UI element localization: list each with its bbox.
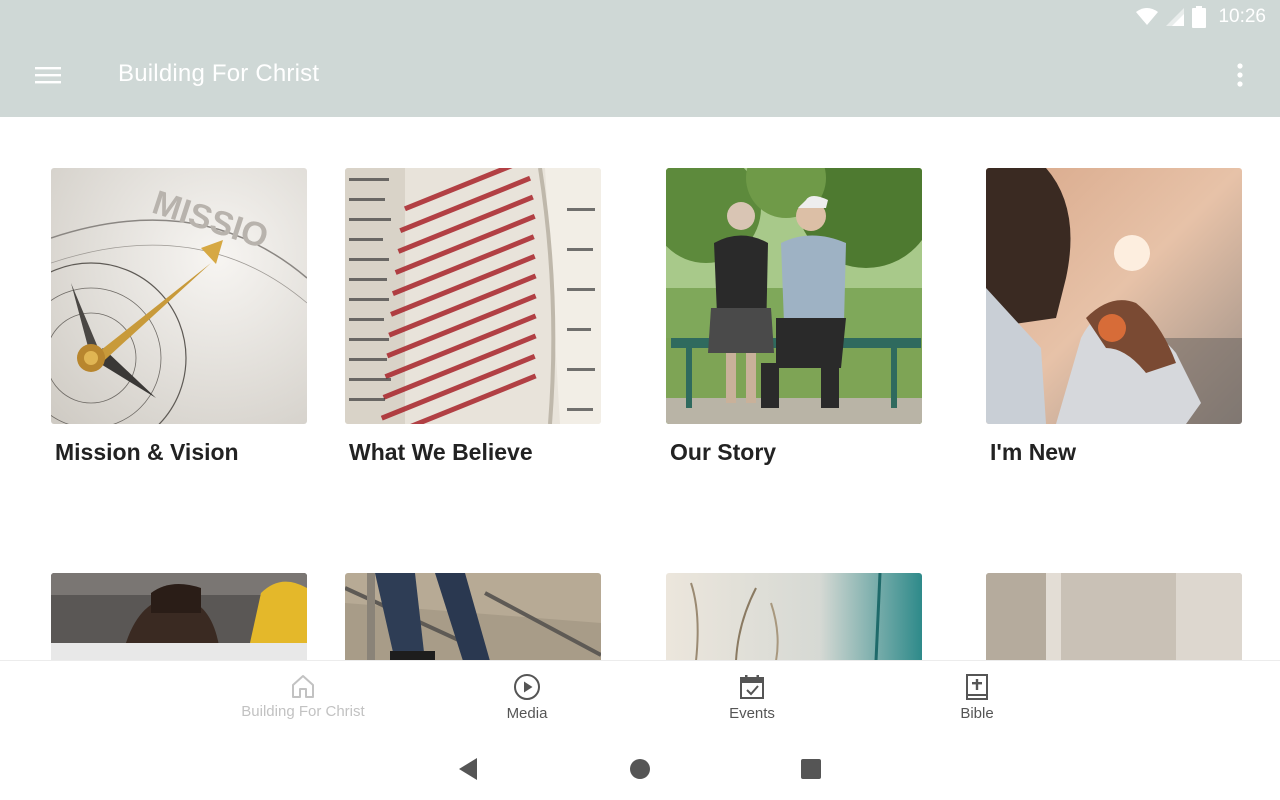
tile-mission-vision[interactable]: MISSIO Mission & Vision bbox=[51, 168, 307, 466]
nav-item-label: Media bbox=[506, 705, 548, 722]
nav-item-media[interactable]: Media bbox=[437, 673, 617, 722]
tile-caption: Mission & Vision bbox=[55, 439, 239, 465]
tile-caption: What We Believe bbox=[349, 439, 533, 465]
tile-row2-4[interactable] bbox=[986, 573, 1242, 661]
tile-row2-3[interactable] bbox=[666, 573, 922, 661]
cell-signal-icon bbox=[1166, 8, 1185, 26]
nav-item-events[interactable]: Events bbox=[662, 673, 842, 722]
nav-item-label: Events bbox=[729, 705, 775, 722]
wifi-icon bbox=[1136, 8, 1159, 25]
battery-icon bbox=[1192, 6, 1207, 28]
tile-row2-2[interactable] bbox=[345, 573, 601, 661]
blurred-interior-image bbox=[986, 573, 1242, 661]
hamburger-menu-icon bbox=[35, 67, 61, 84]
students-studying-image bbox=[51, 573, 307, 661]
couple-on-bench-image bbox=[666, 168, 922, 424]
bible-cross-icon bbox=[966, 674, 988, 700]
back-icon[interactable] bbox=[455, 756, 481, 782]
home-icon bbox=[292, 675, 314, 698]
tile-row2-1[interactable] bbox=[51, 573, 307, 661]
compass-image: MISSIO bbox=[51, 168, 307, 424]
tile-caption: Our Story bbox=[670, 439, 777, 465]
more-options-button[interactable] bbox=[1226, 58, 1254, 92]
nav-item-label: Bible bbox=[960, 705, 994, 722]
status-time: 10:26 bbox=[1218, 6, 1266, 27]
tile-im-new[interactable]: I'm New bbox=[986, 168, 1242, 466]
app-header: 10:26 Building For Christ bbox=[0, 0, 1280, 117]
calendar-check-icon bbox=[740, 675, 764, 699]
nav-item-bible[interactable]: Bible bbox=[887, 673, 1067, 722]
system-navigation-bar bbox=[0, 738, 1280, 800]
bottom-navigation: Building For Christ Media Events Bible bbox=[0, 660, 1280, 739]
nav-item-home[interactable]: Building For Christ bbox=[213, 673, 393, 720]
tile-caption: I'm New bbox=[990, 439, 1076, 465]
menu-button[interactable] bbox=[28, 56, 68, 94]
nav-item-label: Building For Christ bbox=[241, 703, 365, 720]
status-bar: 10:26 bbox=[1136, 5, 1266, 29]
page-title: Building For Christ bbox=[118, 60, 320, 87]
praying-hands-image bbox=[986, 168, 1242, 424]
grass-field-image bbox=[666, 573, 922, 661]
walking-legs-image bbox=[345, 573, 601, 661]
tile-what-we-believe[interactable]: What We Believe bbox=[345, 168, 601, 466]
play-circle-icon bbox=[514, 674, 540, 700]
more-vert-icon bbox=[1237, 63, 1243, 87]
recents-icon[interactable] bbox=[798, 756, 824, 782]
tile-our-story[interactable]: Our Story bbox=[666, 168, 922, 466]
bible-page-image bbox=[345, 168, 601, 424]
home-circle-icon[interactable] bbox=[627, 756, 653, 782]
